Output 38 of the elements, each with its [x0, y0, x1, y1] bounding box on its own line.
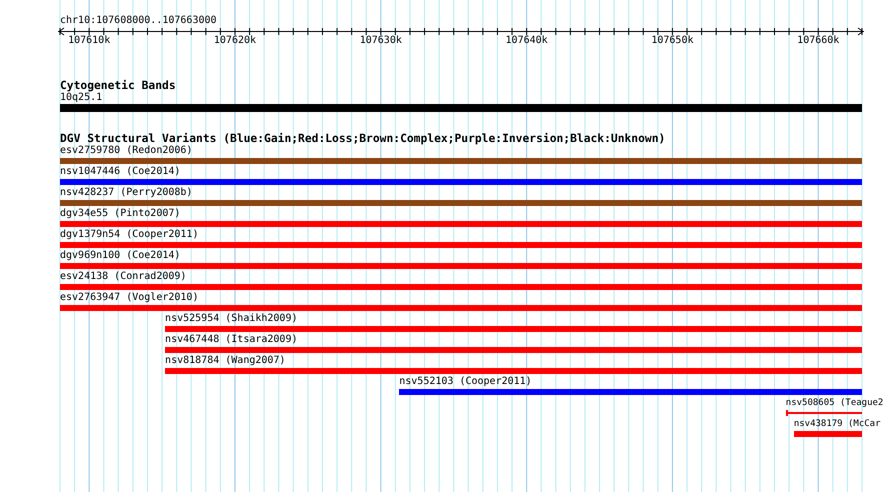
variant-label: nsv438179 (McCar [794, 418, 881, 430]
variant-label: dgv1379n54 (Cooper2011) [60, 229, 198, 241]
variant-label: nsv818784 (Wang2007) [165, 355, 286, 367]
variant-label: dgv34e55 (Pinto2007) [60, 208, 180, 220]
location-text: chr10:107608000..107663000 [60, 15, 217, 27]
variant-label: nsv467448 (Itsara2009) [165, 334, 298, 346]
variant-bar[interactable] [399, 389, 862, 395]
ruler-tick-label: 107660k [797, 35, 840, 47]
variant-label: esv2759780 (Redon2006) [60, 145, 192, 157]
variant-bar[interactable] [165, 326, 862, 332]
variant-bar[interactable] [60, 179, 862, 185]
ruler-tick-label: 107620k [214, 35, 256, 47]
variant-label: esv24138 (Conrad2009) [60, 271, 186, 283]
variant-label: nsv1047446 (Coe2014) [60, 166, 180, 178]
variant-bar[interactable] [60, 305, 862, 311]
variant-bar[interactable] [60, 242, 862, 248]
band-bar[interactable] [60, 104, 862, 112]
variant-bar[interactable] [60, 158, 862, 164]
variant-bar[interactable] [165, 368, 862, 374]
variant-bar[interactable] [794, 431, 862, 437]
variant-label: nsv525954 (Shaikh2009) [165, 313, 298, 325]
track-title: DGV Structural Variants (Blue:Gain;Red:Loss;Brown:Complex;Purple:Inversion;Black:Unknown) [60, 133, 666, 145]
variant-bar[interactable] [165, 347, 862, 353]
ruler-tick-label: 107610k [68, 35, 110, 47]
variant-bar[interactable] [60, 263, 862, 269]
track-title: Cytogenetic Bands [60, 80, 176, 92]
variant-label: esv2763947 (Vogler2010) [60, 292, 198, 304]
variant-label: dgv969n100 (Coe2014) [60, 250, 180, 262]
variant-bar[interactable] [60, 284, 862, 290]
variant-bar[interactable] [60, 200, 862, 206]
variant-label: nsv552103 (Cooper2011) [399, 376, 532, 388]
ruler-tick-label: 107640k [506, 35, 548, 47]
variant-label: nsv428237 (Perry2008b) [60, 187, 192, 199]
ruler-tick-label: 107630k [360, 35, 402, 47]
band-label: 10q25.1 [60, 92, 102, 104]
variant-label: nsv508605 (Teague2 [786, 397, 884, 409]
ruler-tick-label: 107650k [651, 35, 694, 47]
variant-bar[interactable] [60, 221, 862, 227]
